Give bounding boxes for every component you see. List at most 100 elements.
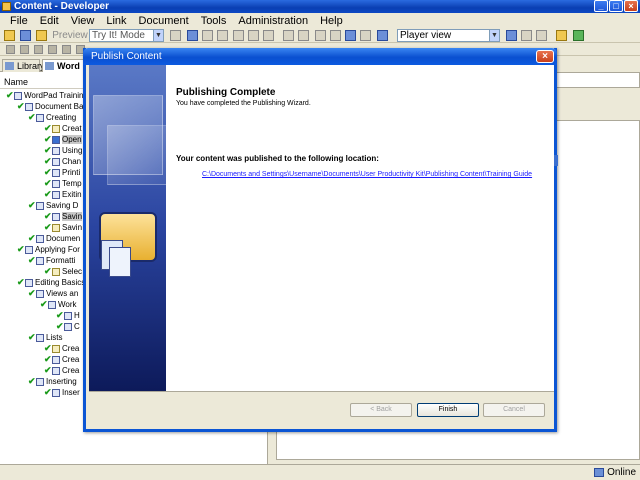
check-icon: ✔ — [44, 343, 52, 353]
tool-icon[interactable] — [6, 45, 15, 54]
menu-file[interactable]: File — [4, 15, 34, 27]
tree-item[interactable]: ✔ Crea — [44, 343, 79, 354]
finish-button[interactable]: Finish — [417, 403, 479, 417]
check-icon: ✔ — [17, 244, 25, 254]
tree-item[interactable]: ✔ Documen — [28, 233, 80, 244]
tree-item[interactable]: ✔ Applying For — [17, 244, 80, 255]
tree-item[interactable]: ✔ WordPad Training — [6, 90, 88, 101]
save-icon[interactable] — [20, 30, 31, 41]
tree-item[interactable]: ✔ Using — [44, 145, 82, 156]
tree-item[interactable]: ✔ Creat — [44, 123, 82, 134]
menu-help[interactable]: Help — [314, 15, 349, 27]
mode-select[interactable]: Try It! Mode ▼ — [89, 29, 164, 42]
dialog-titlebar: Publish Content × — [83, 48, 557, 65]
check-icon: ✔ — [44, 156, 52, 166]
find-icon[interactable] — [263, 30, 274, 41]
tree-item[interactable]: ✔ H — [56, 310, 80, 321]
tree-item[interactable]: ✔ Printi — [44, 167, 80, 178]
publish-content-dialog: Publish Content × Publishing Complete Yo… — [83, 48, 558, 432]
undo-icon[interactable] — [283, 30, 294, 41]
tree-item-selected[interactable]: ✔ Open — [44, 134, 82, 145]
menu-edit[interactable]: Edit — [34, 15, 65, 27]
outdent-icon[interactable] — [330, 30, 341, 41]
section-icon — [36, 113, 44, 122]
back-button[interactable]: < Back — [350, 403, 412, 417]
topic-icon — [52, 355, 60, 364]
wizard-side-banner — [89, 65, 166, 391]
cut-icon[interactable] — [187, 30, 198, 41]
tree-item[interactable]: ✔ Editing Basics — [17, 277, 85, 288]
tree-item[interactable]: ✔ Savin — [44, 211, 83, 222]
connection-status: Online — [594, 467, 636, 478]
check-icon: ✔ — [44, 222, 52, 232]
tree-item[interactable]: ✔ Saving D — [28, 200, 78, 211]
close-button[interactable]: × — [624, 0, 638, 12]
menu-view[interactable]: View — [65, 15, 101, 27]
spellcheck-icon[interactable] — [360, 30, 371, 41]
menu-link[interactable]: Link — [100, 15, 132, 27]
tree-item[interactable]: ✔ Crea — [44, 365, 79, 376]
dialog-close-button[interactable]: × — [536, 50, 554, 63]
tool-icon[interactable] — [48, 45, 57, 54]
cancel-button[interactable]: Cancel — [483, 403, 545, 417]
maximize-button[interactable]: □ — [609, 0, 623, 12]
tree-item[interactable]: ✔ Selec — [44, 266, 82, 277]
check-icon: ✔ — [17, 277, 25, 287]
paste-icon[interactable] — [217, 30, 228, 41]
library-icon[interactable] — [556, 30, 567, 41]
tool-icon[interactable] — [34, 45, 43, 54]
view-select[interactable]: Player view ▼ — [397, 29, 500, 42]
tab-library[interactable]: Library — [2, 59, 45, 72]
preview-button[interactable]: Preview — [52, 29, 88, 42]
tree-item[interactable]: ✔ Document Ba — [17, 101, 83, 112]
tree-item[interactable]: ✔ Chan — [44, 156, 81, 167]
wizard-subtitle: You have completed the Publishing Wizard… — [176, 100, 311, 107]
menu-tools[interactable]: Tools — [195, 15, 233, 27]
properties-icon[interactable] — [248, 30, 259, 41]
menu-document[interactable]: Document — [133, 15, 195, 27]
layout-columns-icon[interactable] — [536, 30, 547, 41]
layout-split-icon[interactable] — [521, 30, 532, 41]
tree-item[interactable]: ✔ Savin — [44, 222, 82, 233]
tree-item[interactable]: ✔ Inser — [44, 387, 80, 398]
check-icon: ✔ — [28, 233, 36, 243]
tab-word[interactable]: Word — [42, 59, 84, 72]
tree-item[interactable]: ✔ Temp — [44, 178, 82, 189]
check-icon: ✔ — [44, 387, 52, 397]
tool-icon[interactable] — [62, 45, 71, 54]
minimize-button[interactable]: _ — [594, 0, 608, 12]
redo-icon[interactable] — [298, 30, 309, 41]
dialog-title: Publish Content — [91, 51, 162, 62]
edit-document-icon[interactable] — [36, 30, 47, 41]
check-icon: ✔ — [28, 288, 36, 298]
copy-icon[interactable] — [202, 30, 213, 41]
tool-icon[interactable] — [20, 45, 29, 54]
open-folder-icon[interactable] — [4, 30, 15, 41]
delete-icon[interactable] — [233, 30, 244, 41]
refresh-icon[interactable] — [573, 30, 584, 41]
tree-item[interactable]: ✔ Formatti — [28, 255, 75, 266]
help-icon[interactable] — [377, 30, 388, 41]
published-location-link[interactable]: C:\Documents and Settings\Username\Docum… — [202, 171, 532, 178]
tree-item[interactable]: ✔ Work — [40, 299, 77, 310]
topic-icon — [52, 212, 60, 221]
tree-item[interactable]: ✔ Creating — [28, 112, 76, 123]
network-icon — [594, 468, 605, 477]
topic-icon — [64, 322, 72, 331]
menu-administration[interactable]: Administration — [232, 15, 314, 27]
topic-icon — [52, 366, 60, 375]
tree-item[interactable]: ✔ Inserting — [28, 376, 77, 387]
check-icon: ✔ — [28, 255, 36, 265]
publish-icon[interactable] — [170, 30, 181, 41]
layout-single-icon[interactable] — [506, 30, 517, 41]
tree-item[interactable]: ✔ C — [56, 321, 80, 332]
library-icon — [5, 62, 14, 70]
module-icon — [25, 102, 33, 111]
binoculars-icon[interactable] — [345, 30, 356, 41]
tree-item[interactable]: ✔ Lists — [28, 332, 62, 343]
tree-item[interactable]: ✔ Views an — [28, 288, 78, 299]
indent-icon[interactable] — [315, 30, 326, 41]
check-icon: ✔ — [28, 332, 36, 342]
tree-item[interactable]: ✔ Crea — [44, 354, 79, 365]
tree-item[interactable]: ✔ Exitin — [44, 189, 82, 200]
